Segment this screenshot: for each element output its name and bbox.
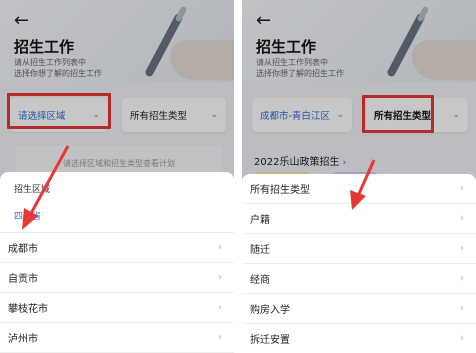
list-item-label: 所有招生类型 [250,185,310,196]
chevron-right-icon: › [460,333,464,344]
chevron-right-icon: › [218,242,222,253]
list-item-city[interactable]: 成都市 › [0,233,234,263]
list-item-label: 自贡市 [8,274,38,285]
list-item-label: 经商 [250,275,270,286]
region-bottom-sheet: 招生区域 四川省 成都市 › 自贡市 › 攀枝花市 › 泸州市 › [0,172,234,353]
list-item-label: 泸州市 [8,334,38,345]
list-item-city[interactable]: 自贡市 › [0,263,234,293]
chevron-right-icon: › [218,302,222,313]
list-item-label: 攀枝花市 [8,304,48,315]
list-item-label: 成都市 [8,244,38,255]
chevron-right-icon: › [460,303,464,314]
list-item-label: 购房入学 [250,305,290,316]
sheet-title: 招生区域 [14,185,51,195]
list-item-type[interactable]: 购房入学 › [242,294,476,324]
panel-divider [234,0,242,353]
list-item-type[interactable]: 户籍 › [242,204,476,234]
type-bottom-sheet: 所有招生类型 › 户籍 › 随迁 › 经商 › 购房入学 › 拆迁安置 › [242,174,476,353]
list-item-type[interactable]: 拆迁安置 › [242,324,476,353]
left-screenshot: ← 招生工作 请从招生工作列表中 选择你想了解的招生工作 请选择区域 ⌄ 所有招… [0,0,234,353]
chevron-right-icon: › [460,243,464,254]
chevron-right-icon: › [460,213,464,224]
list-item-type[interactable]: 随迁 › [242,234,476,264]
list-item-city[interactable]: 泸州市 › [0,323,234,353]
chevron-right-icon: › [460,273,464,284]
list-item-label: 随迁 [250,245,270,256]
chevron-right-icon: › [218,272,222,283]
chevron-right-icon: › [460,183,464,194]
list-item-city[interactable]: 攀枝花市 › [0,293,234,323]
chevron-right-icon: › [218,332,222,343]
list-item-type[interactable]: 所有招生类型 › [242,174,476,204]
province-tab[interactable]: 四川省 [14,209,222,222]
list-item-type[interactable]: 经商 › [242,264,476,294]
list-item-label: 拆迁安置 [250,335,290,346]
list-item-label: 户籍 [250,215,270,226]
right-screenshot: ← 招生工作 请从招生工作列表中 选择你想了解的招生工作 成都市-青白江区 ⌄ … [242,0,476,353]
